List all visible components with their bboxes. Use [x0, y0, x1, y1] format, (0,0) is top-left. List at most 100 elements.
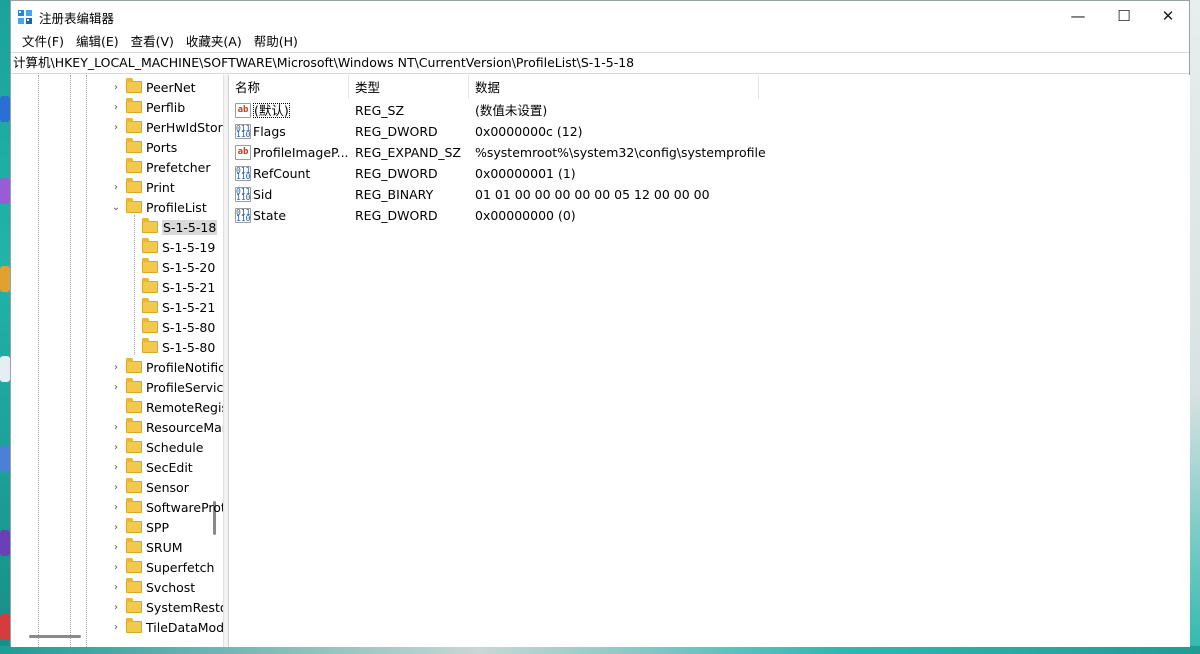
- tree-item[interactable]: S-1-5-80: [126, 337, 215, 357]
- tree-item-label: ProfileNotification: [146, 359, 223, 375]
- chevron-right-icon[interactable]: ›: [110, 82, 122, 93]
- tree-item[interactable]: › Svchost: [110, 577, 195, 597]
- column-data-header[interactable]: 数据: [469, 75, 759, 99]
- tree-item[interactable]: › PerHwIdStorage: [110, 117, 223, 137]
- folder-icon: [126, 418, 142, 433]
- chevron-right-icon[interactable]: ›: [110, 482, 122, 493]
- folder-icon: [126, 138, 142, 153]
- tree-item[interactable]: S-1-5-80: [126, 317, 215, 337]
- binary-value-icon: 011 110: [235, 208, 251, 223]
- chevron-right-icon[interactable]: ›: [110, 582, 122, 593]
- value-row[interactable]: 011 110 State REG_DWORD 0x00000000 (0): [229, 205, 1129, 226]
- tree-item[interactable]: Ports: [110, 137, 177, 157]
- tree-item[interactable]: Prefetcher: [110, 157, 211, 177]
- tree-item-label: S-1-5-80: [162, 339, 216, 355]
- column-name-header[interactable]: 名称: [229, 75, 349, 99]
- binary-value-icon: 011 110: [235, 187, 251, 202]
- tree-item-label: SRUM: [146, 539, 183, 555]
- chevron-right-icon[interactable]: ›: [110, 542, 122, 553]
- value-row[interactable]: 011 110 Flags REG_DWORD 0x0000000c (12): [229, 121, 1129, 142]
- tree-item[interactable]: › ProfileNotification: [110, 357, 223, 377]
- tree-item-label: S-1-5-18: [162, 219, 218, 235]
- chevron-right-icon[interactable]: ›: [110, 382, 122, 393]
- value-name: (默认): [253, 103, 290, 118]
- value-name: ProfileImageP...: [253, 145, 349, 160]
- tree-item[interactable]: RemoteRegistry: [110, 397, 223, 417]
- value-type: REG_BINARY: [355, 187, 434, 202]
- chevron-right-icon[interactable]: ›: [110, 362, 122, 373]
- binary-value-icon: 011 110: [235, 124, 251, 139]
- tree-item[interactable]: › SoftwareProtectionPlatform: [110, 497, 223, 517]
- menu-favorites[interactable]: 收藏夹(A): [180, 31, 248, 52]
- menu-edit[interactable]: 编辑(E): [70, 31, 125, 52]
- chevron-right-icon[interactable]: ›: [110, 122, 122, 133]
- chevron-right-icon[interactable]: ›: [110, 602, 122, 613]
- tree-item[interactable]: › PeerNet: [110, 77, 196, 97]
- maximize-icon: ☐: [1117, 7, 1131, 25]
- folder-icon: [126, 438, 142, 453]
- folder-icon: [142, 218, 158, 233]
- tree-item[interactable]: › ResourceManager: [110, 417, 223, 437]
- close-button[interactable]: ✕: [1145, 1, 1191, 31]
- tree-item-label: Print: [146, 179, 175, 195]
- tree-item[interactable]: S-1-5-20: [126, 257, 215, 277]
- minimize-button[interactable]: —: [1055, 1, 1101, 31]
- tree-item[interactable]: › SPP: [110, 517, 169, 537]
- menu-help[interactable]: 帮助(H): [248, 31, 304, 52]
- value-name: Flags: [253, 124, 286, 139]
- folder-icon: [142, 298, 158, 313]
- tree-item[interactable]: › Sensor: [110, 477, 189, 497]
- chevron-right-icon[interactable]: ›: [110, 562, 122, 573]
- key-tree-pane[interactable]: › PeerNet › Perflib › PerHwIdStorage Ports Pref…: [11, 75, 223, 647]
- tree-item[interactable]: › Perflib: [110, 97, 185, 117]
- value-name: State: [253, 208, 287, 223]
- tree-item-label: SPP: [146, 519, 170, 535]
- chevron-right-icon[interactable]: ›: [110, 442, 122, 453]
- tree-item[interactable]: S-1-5-21: [126, 277, 215, 297]
- tree-item[interactable]: › Print: [110, 177, 175, 197]
- value-name: Sid: [253, 187, 273, 202]
- menu-view[interactable]: 查看(V): [125, 31, 180, 52]
- chevron-right-icon[interactable]: ›: [110, 462, 122, 473]
- tree-item[interactable]: S-1-5-18: [126, 217, 218, 237]
- tree-item-label: SoftwareProtectionPlatform: [146, 499, 223, 515]
- tree-item[interactable]: ⌄ ProfileList: [110, 197, 207, 217]
- tree-item[interactable]: › Schedule: [110, 437, 203, 457]
- chevron-down-icon[interactable]: ⌄: [110, 202, 122, 213]
- tree-item[interactable]: S-1-5-19: [126, 237, 215, 257]
- folder-icon: [126, 598, 142, 613]
- chevron-right-icon[interactable]: ›: [110, 622, 122, 633]
- tree-item[interactable]: › Superfetch: [110, 557, 214, 577]
- tree-item[interactable]: › SystemRestore: [110, 597, 223, 617]
- tree-item[interactable]: › SecEdit: [110, 457, 193, 477]
- value-row[interactable]: ab ProfileImageP... REG_EXPAND_SZ %systemro…: [229, 142, 1129, 163]
- tree-item-label: Sensor: [146, 479, 189, 495]
- maximize-button[interactable]: ☐: [1101, 1, 1147, 31]
- value-row[interactable]: 011 110 RefCount REG_DWORD 0x00000001 (1): [229, 163, 1129, 184]
- folder-icon: [126, 458, 142, 473]
- chevron-right-icon[interactable]: ›: [110, 522, 122, 533]
- chevron-right-icon[interactable]: ›: [110, 502, 122, 513]
- chevron-right-icon[interactable]: ›: [110, 422, 122, 433]
- tree-horizontal-scrollbar[interactable]: [29, 635, 81, 638]
- window-title: 注册表编辑器: [39, 11, 115, 26]
- title-bar[interactable]: 注册表编辑器 — ☐ ✕: [11, 1, 1189, 31]
- tree-item[interactable]: › ProfileService: [110, 377, 223, 397]
- column-type-header[interactable]: 类型: [349, 75, 469, 99]
- tree-item-label: S-1-5-80: [162, 319, 216, 335]
- folder-icon: [126, 178, 142, 193]
- value-row[interactable]: ab (默认) REG_SZ (数值未设置): [229, 100, 1129, 121]
- chevron-right-icon[interactable]: ›: [110, 182, 122, 193]
- tree-item-label: PerHwIdStorage: [146, 119, 223, 135]
- folder-icon: [126, 478, 142, 493]
- registry-editor-icon: [18, 10, 32, 24]
- tree-item-label: ProfileService: [146, 379, 223, 395]
- address-bar[interactable]: 计算机\HKEY_LOCAL_MACHINE\SOFTWARE\Microsof…: [11, 52, 1189, 74]
- desktop-bottom-strip: [0, 646, 1200, 654]
- tree-item[interactable]: › SRUM: [110, 537, 183, 557]
- chevron-right-icon[interactable]: ›: [110, 102, 122, 113]
- value-row[interactable]: 011 110 Sid REG_BINARY 01 01 00 00 00 00 00…: [229, 184, 1129, 205]
- menu-file[interactable]: 文件(F): [16, 31, 70, 52]
- tree-item[interactable]: S-1-5-21: [126, 297, 215, 317]
- tree-item[interactable]: › TileDataModel: [110, 617, 223, 637]
